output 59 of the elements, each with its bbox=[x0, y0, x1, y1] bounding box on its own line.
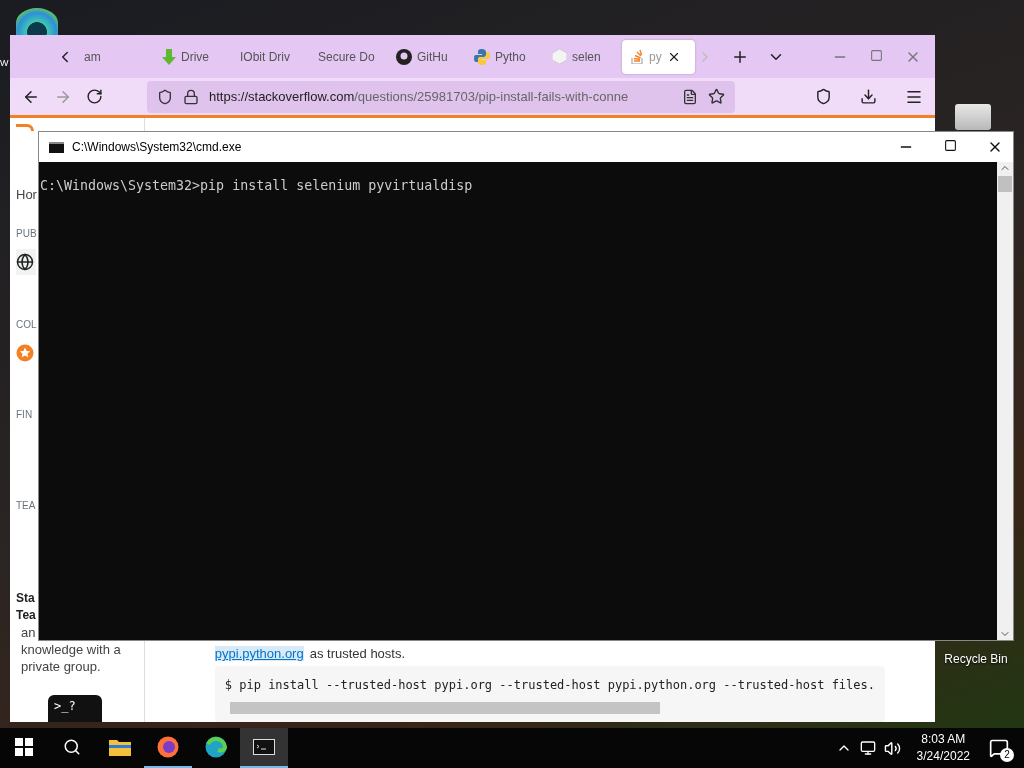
code-line: $ pip install --trusted-host pypi.org --trusted-host pypi.python.org --trusted-host files. bbox=[224, 678, 875, 692]
teams-description: private group. bbox=[20, 657, 101, 675]
shield-icon[interactable] bbox=[157, 88, 173, 105]
reader-view-icon[interactable] bbox=[682, 88, 698, 105]
sidebar-heading: TEA bbox=[16, 499, 36, 511]
sidebar-item[interactable] bbox=[16, 249, 36, 276]
cube-icon bbox=[552, 49, 567, 64]
folder-icon bbox=[109, 738, 131, 756]
download-arrow-icon bbox=[162, 48, 176, 65]
bookmark-star-icon[interactable] bbox=[708, 88, 725, 105]
browser-tab[interactable]: selen bbox=[544, 39, 620, 74]
sidebar-heading: PUB bbox=[16, 228, 37, 240]
terminal-badge: >_? bbox=[48, 694, 102, 723]
vertical-scrollbar[interactable] bbox=[997, 162, 1013, 640]
console-output[interactable]: C:\Windows\System32>pip install selenium pyvirtualdisp bbox=[39, 162, 997, 640]
firefox-icon bbox=[157, 736, 179, 758]
browser-tab[interactable]: Pytho bbox=[466, 39, 542, 74]
answer-text: as trusted hosts. bbox=[309, 646, 406, 661]
sidebar-link[interactable]: Hor bbox=[16, 187, 37, 203]
browser-tab[interactable]: Drive bbox=[154, 39, 230, 74]
browser-tab[interactable]: IObit Driv bbox=[232, 39, 308, 74]
browser-tab[interactable]: GitHu bbox=[388, 39, 464, 74]
browser-tab[interactable]: Secure Do bbox=[310, 39, 386, 74]
edge-icon bbox=[205, 736, 227, 758]
python-logo-icon bbox=[474, 48, 490, 65]
search-icon[interactable] bbox=[63, 738, 81, 756]
app-icon[interactable] bbox=[16, 8, 58, 38]
teams-title: Tea bbox=[16, 606, 36, 624]
host-link[interactable]: pypi.python.org bbox=[214, 646, 304, 661]
volume-icon[interactable] bbox=[883, 739, 901, 757]
window-title: C:\Windows\System32\cmd.exe bbox=[72, 140, 242, 154]
sidebar-heading: COL bbox=[16, 318, 37, 330]
taskbar-app-button[interactable] bbox=[240, 728, 288, 768]
lock-icon[interactable] bbox=[183, 88, 199, 105]
globe-icon bbox=[16, 253, 34, 272]
console-icon bbox=[253, 739, 275, 755]
teams-title: Sta bbox=[16, 589, 35, 607]
notification-count: 2 bbox=[1000, 748, 1014, 762]
scrollbar-thumb[interactable] bbox=[229, 702, 660, 714]
scrollbar-thumb[interactable] bbox=[998, 176, 1012, 192]
address-bar[interactable]: https://stackoverflow.com/questions/25981703/pip-install-fails-with-conne bbox=[147, 80, 735, 113]
url-text[interactable]: https://stackoverflow.com/questions/25981703/pip-install-fails-with-conne bbox=[209, 89, 672, 104]
windows-logo-icon[interactable] bbox=[15, 738, 33, 756]
download-icon[interactable] bbox=[860, 88, 877, 105]
clock[interactable]: 8:03 AM 3/24/2022 bbox=[908, 731, 978, 765]
teams-description: an bbox=[20, 623, 36, 641]
browser-tab[interactable]: py bbox=[622, 39, 695, 74]
desktop-icon-label[interactable]: Recycle Bin bbox=[940, 652, 1012, 666]
console-icon bbox=[49, 141, 64, 153]
network-icon[interactable] bbox=[859, 740, 876, 756]
stack-logo-icon bbox=[630, 49, 644, 64]
site-logo-icon[interactable] bbox=[16, 124, 34, 132]
reload-icon[interactable] bbox=[86, 88, 103, 105]
teams-description: knowledge with a bbox=[20, 640, 121, 658]
browser-tab[interactable]: am bbox=[76, 39, 152, 74]
maximize-icon[interactable] bbox=[944, 139, 957, 152]
desktop-label: W bbox=[0, 58, 9, 68]
sidebar-heading: FIN bbox=[16, 409, 33, 421]
console-line: C:\Windows\System32>pip install selenium pyvirtualdisp bbox=[40, 178, 474, 193]
